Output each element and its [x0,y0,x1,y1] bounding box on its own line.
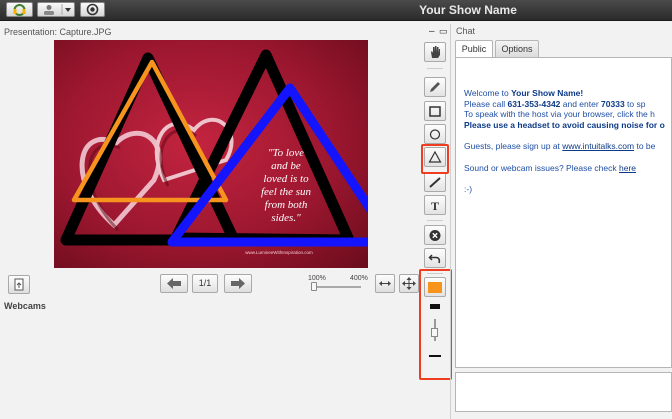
fit-width-button[interactable] [375,274,395,293]
fit-width-icon [379,281,391,286]
browser-line: To speak with the host via your browser,… [464,109,655,119]
hand-tool-button[interactable] [424,42,446,62]
headset-line: Please use a headset to avoid causing no… [464,119,665,130]
show-title: Your Show Name [419,3,517,17]
zoom-min-label: 100% [308,275,326,282]
welcome-line: Welcome to Your Show Name! [464,88,671,99]
webcams-label: Webcams [4,301,46,311]
person-dropdown-icon [44,4,71,15]
guests-suffix: to be [634,141,656,151]
zoom-max-label: 400% [350,275,368,282]
tab-public[interactable]: Public [455,40,493,57]
chat-messages[interactable]: Welcome to Your Show Name! Please call 6… [455,57,672,368]
hand-icon [431,46,440,58]
clear-x-icon [429,230,441,241]
slide-canvas[interactable]: "To love and be loved is to feel the sun… [54,40,368,268]
minimize-icon[interactable]: – [429,26,435,37]
record-button[interactable] [80,2,105,17]
slide-quote-2: and be [271,160,301,172]
black-triangle-right [170,49,355,246]
page-indicator: 1/1 [192,274,218,293]
pencil-icon [430,82,440,92]
circle-icon [429,129,441,140]
panel-divider[interactable] [450,24,451,419]
chat-input[interactable] [455,372,672,412]
ellipse-tool-button[interactable] [424,124,446,144]
previous-slide-button[interactable] [160,274,188,293]
slide-quote-3: loved is to [263,173,309,185]
call-mid: and enter [560,98,602,109]
svg-text:T: T [431,199,439,212]
slide-url: www.LumineeWithInspiration.com [245,250,313,255]
color-thickness-highlight [419,269,452,380]
maximize-icon[interactable]: ▭ [439,26,448,37]
line-tool-button[interactable] [424,172,446,192]
slide-quote-6: sides." [271,212,301,224]
move-arrows-icon [402,277,416,290]
guests-prefix: Guests, please sign up at [464,141,563,151]
presenter-menu-button[interactable] [37,2,75,17]
sound-line: Sound or webcam issues? Please check her… [464,162,671,174]
text-icon: T [431,199,439,212]
chat-title: Chat [456,26,476,36]
phone-number: 631-353-4342 [507,98,561,109]
smiley-line: :-) [464,184,473,194]
slide-quote-5: from both [265,199,308,211]
headset-icon [13,4,26,16]
rectangle-icon [429,106,441,117]
line-icon [429,177,441,188]
triangle-tool-highlight [421,144,449,174]
call-line: Please call 631-353-4342 and enter 70333… [464,98,671,110]
clear-tool-button[interactable] [424,225,446,245]
zoom-slider-thumb[interactable] [311,282,317,291]
chat-message-list: Welcome to Your Show Name! Please call 6… [464,88,671,195]
slide-quote-1: "To love [268,147,304,159]
fit-page-button[interactable] [399,274,419,293]
arrow-right-icon [231,278,245,289]
pencil-tool-button[interactable] [424,77,446,97]
presentation-slide[interactable]: "To love and be loved is to feel the sun… [54,40,368,268]
headset-button[interactable] [6,2,33,17]
upload-button[interactable] [8,275,30,294]
record-icon [86,3,99,16]
top-bar: Your Show Name [0,0,672,21]
call-prefix: Please call [464,98,508,109]
welcome-show-name: Your Show Name! [511,88,584,98]
document-upload-icon [14,278,24,291]
next-slide-button[interactable] [224,274,252,293]
call-suffix: to sp [624,98,646,109]
sound-prefix: Sound or webcam issues? Please check [464,162,619,173]
presentation-label: Presentation: Capture.JPG [4,27,112,37]
zoom-slider-track[interactable] [313,286,361,288]
arrow-left-icon [167,278,181,289]
black-triangle-left [60,52,240,246]
tab-options[interactable]: Options [495,40,539,57]
slide-quote-4: feel the sun [261,186,312,198]
rectangle-tool-button[interactable] [424,101,446,121]
help-link[interactable]: here [619,163,636,173]
undo-icon [428,254,441,264]
text-tool-button[interactable]: T [424,195,446,215]
welcome-prefix: Welcome to [464,88,512,98]
access-code: 70333 [601,98,625,109]
guests-line: Guests, please sign up at www.intuitalks… [464,141,671,152]
undo-tool-button[interactable] [424,248,446,268]
signup-link[interactable]: www.intuitalks.com [562,141,634,151]
